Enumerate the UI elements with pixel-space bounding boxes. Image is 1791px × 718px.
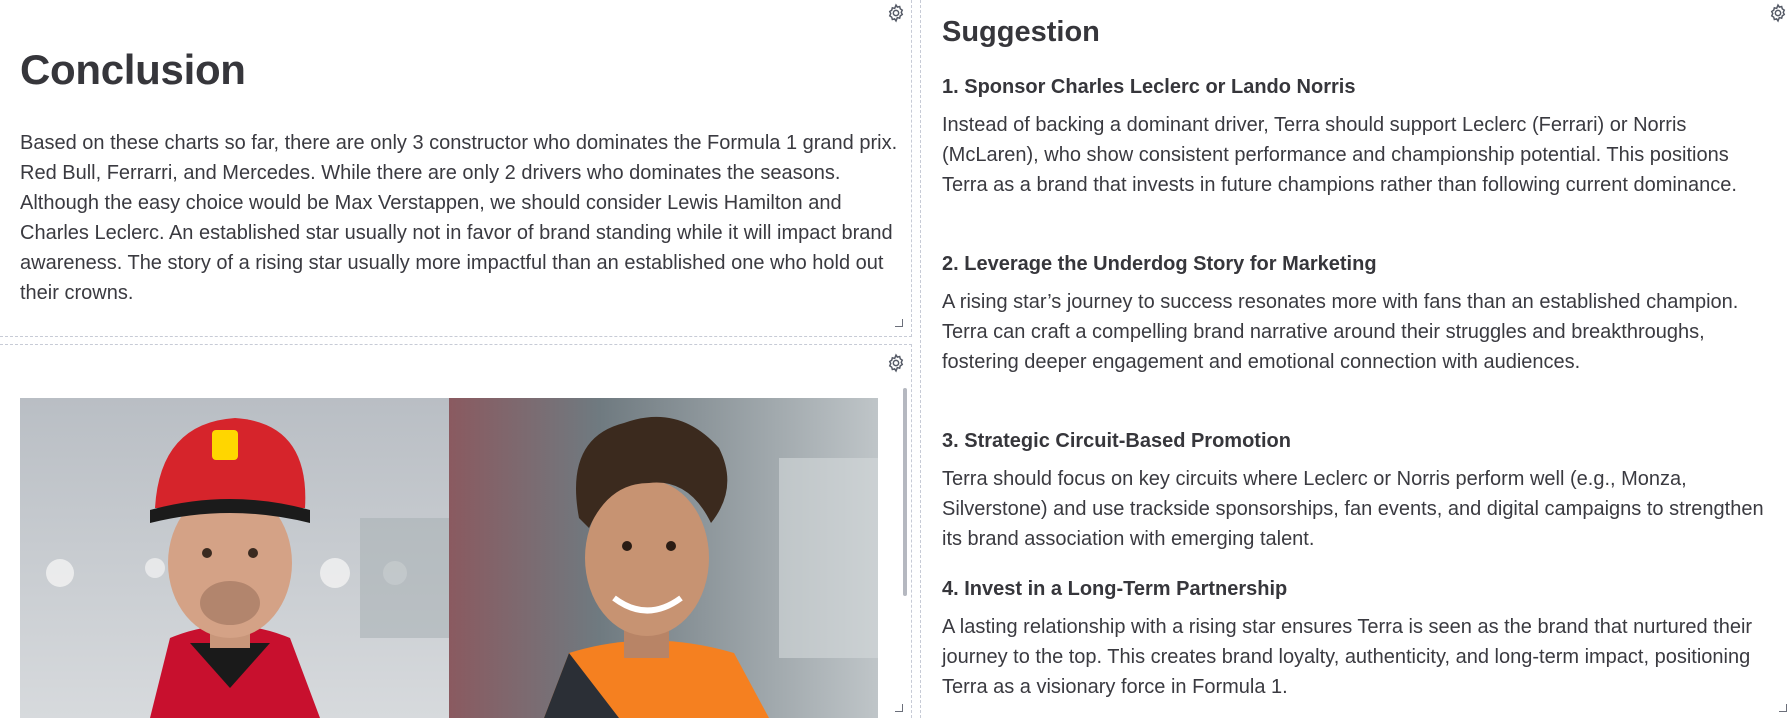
suggestion-title: Suggestion [942, 16, 1100, 48]
suggestion-heading-3: 3. Strategic Circuit-Based Promotion [942, 430, 1291, 452]
conclusion-text: Based on these charts so far, there are … [20, 132, 898, 304]
image-settings-gear-icon[interactable] [885, 352, 907, 374]
suggestion-heading-2: 2. Leverage the Underdog Story for Marke… [942, 253, 1377, 275]
suggestion-resize-handle-icon[interactable] [1777, 702, 1787, 712]
conclusion-settings-gear-icon[interactable] [885, 2, 907, 24]
suggestion-heading-4: 4. Invest in a Long-Term Partnership [942, 578, 1288, 600]
driver-photos [20, 398, 878, 718]
conclusion-resize-handle-icon[interactable] [893, 317, 903, 327]
conclusion-tile[interactable]: Conclusion Based on these charts so far,… [0, 0, 912, 337]
image-resize-handle-icon[interactable] [893, 702, 903, 712]
suggestion-body-2: A rising star’s journey to success reson… [942, 291, 1739, 373]
lando-norris-photo [449, 398, 878, 718]
charles-leclerc-photo [20, 398, 449, 718]
suggestion-body-1: Instead of backing a dominant driver, Te… [942, 114, 1737, 196]
conclusion-title: Conclusion [20, 46, 246, 93]
suggestion-heading-1: 1. Sponsor Charles Leclerc or Lando Norr… [942, 76, 1356, 98]
suggestion-settings-gear-icon[interactable] [1767, 2, 1789, 24]
image-scrollbar[interactable] [903, 388, 907, 596]
suggestion-body-4: A lasting relationship with a rising sta… [942, 616, 1753, 698]
suggestion-body-3: Terra should focus on key circuits where… [942, 468, 1764, 550]
